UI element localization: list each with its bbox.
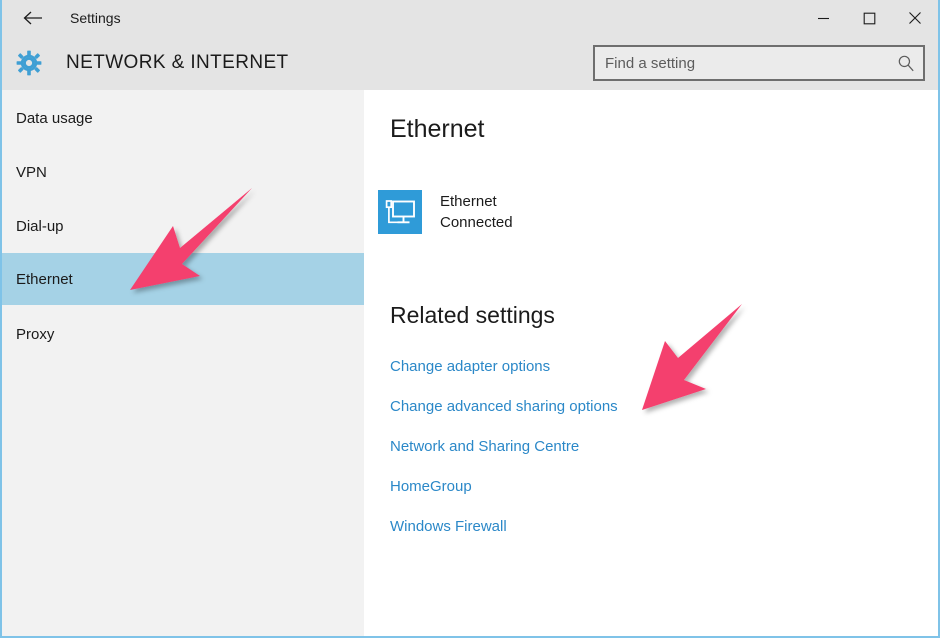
close-button[interactable]	[892, 0, 938, 36]
ethernet-adapter-info: Ethernet Connected	[440, 191, 513, 233]
search-box[interactable]	[593, 45, 925, 81]
link-network-and-sharing-centre[interactable]: Network and Sharing Centre	[390, 438, 790, 455]
category-header: NETWORK & INTERNET	[2, 36, 938, 90]
link-homegroup[interactable]: HomeGroup	[390, 478, 790, 495]
sidebar-item-label: Ethernet	[16, 270, 73, 288]
sidebar-item-vpn[interactable]: VPN	[2, 146, 364, 198]
close-icon	[909, 12, 921, 24]
related-settings-links: Change adapter options Change advanced s…	[390, 358, 790, 558]
ethernet-adapter-row[interactable]: Ethernet Connected	[378, 190, 513, 234]
maximize-icon	[863, 12, 875, 24]
page-category-title: NETWORK & INTERNET	[66, 52, 289, 73]
sidebar-item-ethernet[interactable]: Ethernet	[2, 253, 364, 305]
related-settings-heading: Related settings	[390, 302, 555, 328]
search-input[interactable]	[595, 47, 895, 79]
title-bar: Settings	[2, 0, 938, 36]
sidebar-item-label: Proxy	[16, 325, 55, 343]
maximize-button[interactable]	[846, 0, 892, 36]
window-controls	[800, 0, 938, 36]
minimize-button[interactable]	[800, 0, 846, 36]
search-icon	[897, 54, 915, 72]
adapter-name: Ethernet	[440, 193, 497, 210]
sidebar-item-label: Dial-up	[16, 217, 64, 235]
settings-window: Settings NETWORK & INTERNET Find a setti…	[0, 0, 940, 638]
gear-icon	[14, 48, 44, 78]
settings-sidebar: Data usage VPN Dial-up Ethernet Proxy	[2, 90, 364, 636]
page-title: Ethernet	[390, 115, 485, 143]
adapter-status: Connected	[440, 214, 513, 231]
sidebar-item-label: VPN	[16, 163, 47, 181]
app-title: Settings	[70, 10, 121, 26]
sidebar-item-proxy[interactable]: Proxy	[2, 308, 364, 360]
link-change-advanced-sharing-options[interactable]: Change advanced sharing options	[390, 398, 790, 415]
back-button[interactable]	[10, 0, 56, 36]
sidebar-item-data-usage[interactable]: Data usage	[2, 92, 364, 144]
sidebar-item-dial-up[interactable]: Dial-up	[2, 200, 364, 252]
ethernet-adapter-icon	[378, 190, 422, 234]
link-change-adapter-options[interactable]: Change adapter options	[390, 358, 790, 375]
sidebar-item-label: Data usage	[16, 109, 93, 127]
back-arrow-icon	[23, 11, 42, 25]
settings-content: Ethernet Ethernet Connected Related sett…	[364, 90, 938, 636]
minimize-icon	[817, 17, 829, 19]
link-windows-firewall[interactable]: Windows Firewall	[390, 518, 790, 535]
